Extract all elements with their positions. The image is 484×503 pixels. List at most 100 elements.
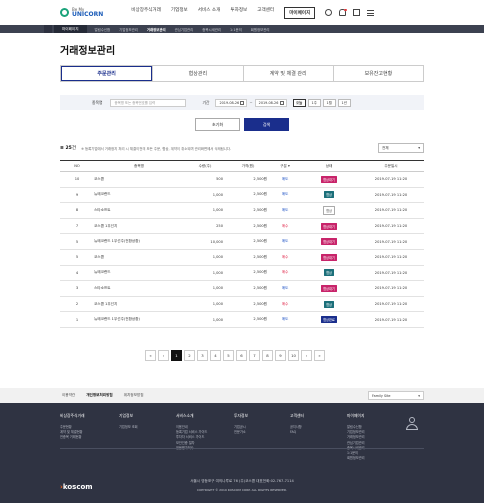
status-badge[interactable]: 협상 [323,205,335,215]
subnav-item-quotes[interactable]: 종목시세관리 [202,27,221,32]
footer-column-title[interactable]: 서비스소개 [176,413,207,419]
subnav-item-inbox[interactable]: 얼림수신함 [95,27,111,32]
page-1-button[interactable]: 1 [171,350,182,361]
status-badge[interactable]: 협상 [324,191,334,199]
status-badge[interactable]: 협상대기 [321,284,337,292]
status-badge[interactable]: 협상완료 [321,316,337,324]
period-year-button[interactable]: 1년 [337,98,351,107]
footer-link[interactable]: 회원정보관리 [347,456,365,461]
footer-location-link[interactable]: 위치정보방침 [124,393,144,398]
subnav-item-member[interactable]: 회원정보관리 [251,27,270,32]
table-row[interactable]: 1 뉴에코랜드 1우선주(전환상환) 1,000 2,500원 매도 협상완료 2019-0… [60,311,424,328]
cell-name[interactable]: 코스콤 1우선지 [94,296,184,313]
page-2-button[interactable]: 2 [184,350,195,361]
nav-stock-trading[interactable]: 비상장주식거래 [131,7,161,19]
subnav-item-inquiry[interactable]: 1:1문의 [230,27,242,32]
table-row[interactable]: 4 뉴에코랜드 1,000 2,500원 매수 협상 2019-07-19 11:20 [60,265,424,282]
next-page-button[interactable]: › [301,350,312,361]
status-badge[interactable]: 협상 [324,269,334,277]
period-today-button[interactable]: 오늘 [292,98,306,107]
period-week-button[interactable]: 1주 [307,98,321,107]
page-10-button[interactable]: 10 [288,350,299,361]
home-icon[interactable] [44,25,52,33]
calendar-icon[interactable] [240,100,245,105]
footer-link[interactable]: 전종목 거래현황 [60,435,84,440]
first-page-button[interactable]: « [145,350,156,361]
family-site-select[interactable]: Family Site ▾ [368,391,424,400]
status-badge[interactable]: 협상대기 [321,175,337,183]
footer-privacy-link[interactable]: 개인정보처리방침 [86,393,112,398]
tab-negotiation[interactable]: 협상관리 [152,66,242,81]
status-badge[interactable]: 협상 [324,300,334,308]
nav-mypage[interactable]: 마이페이지 [284,6,316,19]
subnav-item-interest[interactable]: 관심기업관리 [175,27,194,32]
stock-search-input[interactable]: 종목명 또는 종목번호를 입력 [110,98,187,107]
subnav-dropdown[interactable]: 마이페이지 [54,25,87,33]
cell-name[interactable]: 스타소프트 [94,280,184,297]
footer-column-title[interactable]: 투자정보 [234,413,248,419]
footer-link[interactable]: 거래정보관리 [347,435,365,440]
page-9-button[interactable]: 9 [275,350,286,361]
last-page-button[interactable]: » [314,350,325,361]
footer-column-title[interactable]: 기업정보 [119,413,138,419]
calendar-icon[interactable] [279,100,284,105]
site-logo[interactable]: Be My UNICORN [60,7,103,18]
footer-column-title[interactable]: 고객센터 [290,413,304,419]
cell-name[interactable]: 뉴에코랜드 [94,187,184,204]
table-row[interactable]: 7 코스콤 1우선지 250 2,500원 매수 협상대기 2019-07-19 11:20 [60,218,424,235]
footer-column: 투자정보 기업공시 전문가소 [234,413,248,435]
page-3-button[interactable]: 3 [197,350,208,361]
period-month-button[interactable]: 1월 [322,98,336,107]
subnav-item-company[interactable]: 기업정보관리 [119,27,138,32]
tab-orders[interactable]: 주문관리 [61,66,153,81]
user-icon[interactable] [325,9,333,16]
bell-icon[interactable] [339,8,347,16]
table-row[interactable]: 2 코스콤 1우선지 1,000 2,500원 매수 협상 2019-07-19 11:20 [60,296,424,313]
page-title: 거래정보관리 [60,46,116,57]
table-row[interactable]: 10 코스콤 500 2,500원 매도 협상대기 2019-07-19 11:20 [60,171,424,188]
cell-name[interactable]: 코스콤 [94,249,184,266]
cell-name[interactable]: 코스콤 1우선지 [94,218,184,235]
date-from-input[interactable]: 2019-08-26 [215,98,248,107]
document-icon[interactable] [353,9,361,16]
nav-invest-info[interactable]: 투자정보 [230,7,247,19]
page-5-button[interactable]: 5 [223,350,234,361]
table-row[interactable]: 5 뉴에코랜드 1우선주(전환상환) 10,000 2,500원 매도 협상대기 2019-… [60,233,424,250]
page-4-button[interactable]: 4 [210,350,221,361]
nav-customer-center[interactable]: 고객센터 [257,7,274,19]
table-row[interactable]: 5 코스콤 1,000 2,500원 매수 협상대기 2019-07-19 11:20 [60,249,424,266]
page-7-button[interactable]: 7 [249,350,260,361]
table-row[interactable]: 3 스타소프트 1,000 2,500원 매도 협상대기 2019-07-19 11:20 [60,280,424,297]
footer-link[interactable]: 전문가소 [234,430,248,435]
cell-name[interactable]: 뉴에코랜드 1우선주(전환상환) [94,233,184,250]
footer-link[interactable]: FAQ [290,430,304,435]
status-badge[interactable]: 협상대기 [321,222,337,230]
cell-name[interactable]: 뉴에코랜드 1우선주(전환상환) [94,311,184,328]
cell-name[interactable]: 코스콤 [94,171,184,188]
prev-page-button[interactable]: ‹ [158,350,169,361]
tab-holdings[interactable]: 보유잔고현황 [332,66,423,81]
search-button[interactable]: 검색 [244,118,289,131]
nav-company-info[interactable]: 기업정보 [171,7,188,19]
footer-terms-link[interactable]: 이용약관 [62,393,75,398]
footer-column-title[interactable]: 비상장주식거래 [60,413,84,419]
subnav-item-trade[interactable]: 거래정보관리 [147,27,166,32]
status-filter-select[interactable]: 전체 ▾ [378,143,424,153]
date-to-input[interactable]: 2019-08-26 [254,98,287,107]
status-badge[interactable]: 협상대기 [321,238,337,246]
menu-icon[interactable] [367,9,375,16]
footer-link[interactable]: 기업정보 조회 [119,425,138,430]
cell-name[interactable]: 스타소프트 [94,202,184,219]
status-badge[interactable]: 협상대기 [321,253,337,261]
footer-column-title[interactable]: 마이페이지 [347,413,365,419]
table-row[interactable]: 8 스타소프트 1,000 2,500원 매도 협상 2019-07-19 11:20 [60,202,424,219]
tab-contracts[interactable]: 계약 및 체결 관리 [242,66,333,81]
col-type[interactable]: 구분 ▾ [270,160,300,172]
footer-link[interactable]: 투자자 서비스 가이드 [176,435,207,440]
page-6-button[interactable]: 6 [236,350,247,361]
cell-name[interactable]: 뉴에코랜드 [94,265,184,282]
nav-service-intro[interactable]: 서비스 소개 [198,7,221,19]
reset-button[interactable]: 초기화 [195,118,240,131]
table-row[interactable]: 9 뉴에코랜드 1,000 2,500원 매도 협상 2019-07-19 11:20 [60,187,424,204]
page-8-button[interactable]: 8 [262,350,273,361]
